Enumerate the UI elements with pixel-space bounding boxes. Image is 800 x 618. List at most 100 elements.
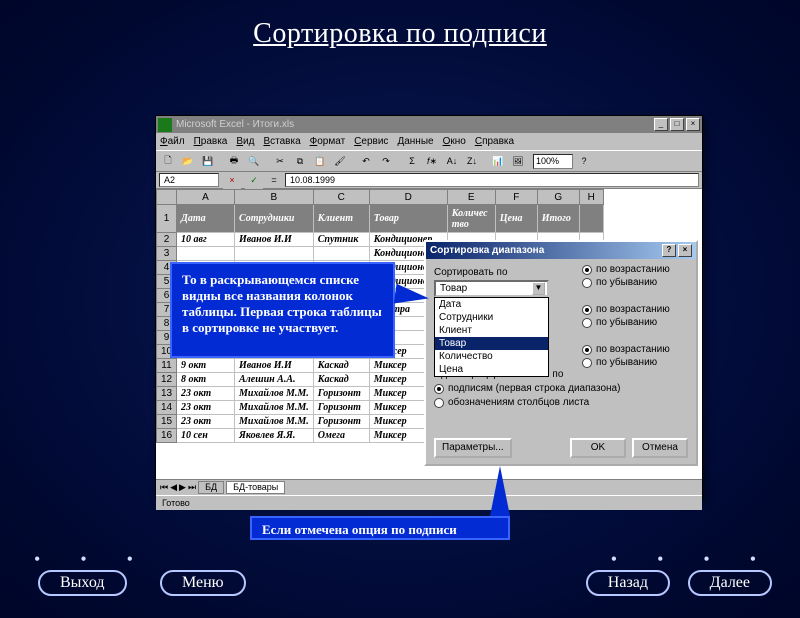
- menu-item[interactable]: Окно: [443, 136, 466, 147]
- radio-desc-2[interactable]: [582, 318, 592, 328]
- ok-button[interactable]: OK: [570, 438, 626, 458]
- dialog-help-icon[interactable]: ?×: [662, 244, 692, 257]
- tab-nav-first-icon[interactable]: ⏮: [160, 482, 168, 493]
- undo-icon[interactable]: ↶: [357, 153, 375, 170]
- table-cell[interactable]: 9 окт: [177, 359, 235, 373]
- table-cell[interactable]: 10 сен: [177, 429, 235, 443]
- table-cell[interactable]: Горизонт: [313, 401, 369, 415]
- table-cell[interactable]: 23 окт: [177, 401, 235, 415]
- row-header[interactable]: 16: [157, 429, 177, 443]
- sheet-tabs[interactable]: ⏮ ◀ ▶ ⏭ БД БД-товары: [156, 479, 702, 495]
- table-cell[interactable]: Каскад: [313, 373, 369, 387]
- name-box[interactable]: A2: [159, 173, 219, 187]
- dropdown-option[interactable]: Клиент: [435, 324, 548, 337]
- tab-nav-last-icon[interactable]: ⏭: [188, 482, 196, 493]
- column-header[interactable]: G: [537, 190, 579, 205]
- table-cell[interactable]: 23 окт: [177, 415, 235, 429]
- formula-bar[interactable]: 10.08.1999: [285, 173, 699, 187]
- print-icon[interactable]: 🖶: [225, 153, 243, 170]
- menubar[interactable]: ФайлПравкаВидВставкаФорматСервисДанныеОк…: [156, 133, 702, 150]
- sheet-tab[interactable]: БД: [198, 481, 224, 494]
- drawing-icon[interactable]: 🖼: [509, 153, 527, 170]
- paste-icon[interactable]: 📋: [311, 153, 329, 170]
- dropdown-option[interactable]: Цена: [435, 363, 548, 376]
- table-cell[interactable]: [313, 247, 369, 261]
- row-header[interactable]: 1: [157, 205, 177, 233]
- minimize-button[interactable]: _: [654, 118, 668, 131]
- radio-asc-3[interactable]: [582, 345, 592, 355]
- table-cell[interactable]: Яковлев Я.Я.: [235, 429, 314, 443]
- radio-desc-3[interactable]: [582, 358, 592, 368]
- sheet-tab-active[interactable]: БД-товары: [226, 481, 285, 494]
- new-icon[interactable]: 🗋: [159, 153, 177, 170]
- menu-button[interactable]: Меню: [160, 570, 246, 596]
- chevron-down-icon[interactable]: ▼: [532, 282, 545, 295]
- table-cell[interactable]: Горизонт: [313, 387, 369, 401]
- table-cell[interactable]: Алешин А.А.: [235, 373, 314, 387]
- save-icon[interactable]: 💾: [199, 153, 217, 170]
- dropdown-option[interactable]: Сотрудники: [435, 311, 548, 324]
- cancel-entry-icon[interactable]: ×: [223, 172, 241, 189]
- autosum-icon[interactable]: Σ: [403, 153, 421, 170]
- menu-item[interactable]: Вставка: [263, 136, 300, 147]
- redo-icon[interactable]: ↷: [377, 153, 395, 170]
- function-icon[interactable]: f∗: [423, 153, 441, 170]
- table-header-cell[interactable]: Итого: [537, 205, 579, 233]
- column-header[interactable]: H: [579, 190, 603, 205]
- row-header[interactable]: 3: [157, 247, 177, 261]
- table-header-cell[interactable]: Цена: [495, 205, 537, 233]
- column-header[interactable]: B: [235, 190, 314, 205]
- help-icon[interactable]: ?: [575, 153, 593, 170]
- column-header[interactable]: E: [447, 190, 495, 205]
- radio-identify-labels[interactable]: [434, 384, 444, 394]
- row-header[interactable]: 12: [157, 373, 177, 387]
- column-header[interactable]: C: [313, 190, 369, 205]
- row-header[interactable]: 11: [157, 359, 177, 373]
- table-cell[interactable]: Михайлов М.М.: [235, 387, 314, 401]
- table-cell[interactable]: Каскад: [313, 359, 369, 373]
- column-header[interactable]: A: [177, 190, 235, 205]
- chart-icon[interactable]: 📊: [489, 153, 507, 170]
- menu-item[interactable]: Справка: [475, 136, 514, 147]
- menu-item[interactable]: Вид: [236, 136, 254, 147]
- close-button[interactable]: ×: [686, 118, 700, 131]
- tab-nav-next-icon[interactable]: ▶: [179, 482, 186, 493]
- menu-item[interactable]: Данные: [397, 136, 433, 147]
- format-painter-icon[interactable]: 🖌: [331, 153, 349, 170]
- maximize-button[interactable]: □: [670, 118, 684, 131]
- next-button[interactable]: Далее: [688, 570, 772, 596]
- cut-icon[interactable]: ✂: [271, 153, 289, 170]
- row-header[interactable]: 14: [157, 401, 177, 415]
- sort-by-combo[interactable]: Товар ▼: [434, 280, 549, 297]
- preview-icon[interactable]: 🔍: [245, 153, 263, 170]
- confirm-entry-icon[interactable]: ✓: [245, 172, 263, 189]
- back-button[interactable]: Назад: [586, 570, 670, 596]
- dropdown-option[interactable]: Дата: [435, 298, 548, 311]
- radio-identify-columns[interactable]: [434, 398, 444, 408]
- radio-desc-1[interactable]: [582, 278, 592, 288]
- cancel-button[interactable]: Отмена: [632, 438, 688, 458]
- menu-item[interactable]: Правка: [194, 136, 228, 147]
- table-cell[interactable]: Спутник: [313, 233, 369, 247]
- table-header-cell[interactable]: Сотрудники: [235, 205, 314, 233]
- toolbar-standard[interactable]: 🗋 📂 💾 🖶 🔍 ✂ ⧉ 📋 🖌 ↶ ↷ Σ f∗ A↓ Z↓ 📊 🖼 100…: [156, 150, 702, 172]
- table-header-cell[interactable]: Клиент: [313, 205, 369, 233]
- table-cell[interactable]: Михайлов М.М.: [235, 415, 314, 429]
- params-button[interactable]: Параметры...: [434, 438, 512, 458]
- menu-item[interactable]: Файл: [160, 136, 185, 147]
- row-header[interactable]: 2: [157, 233, 177, 247]
- table-cell[interactable]: Омега: [313, 429, 369, 443]
- table-cell[interactable]: Иванов И.И: [235, 233, 314, 247]
- table-header-cell[interactable]: Дата: [177, 205, 235, 233]
- table-cell[interactable]: 23 окт: [177, 387, 235, 401]
- radio-asc-1[interactable]: [582, 265, 592, 275]
- sort-by-dropdown[interactable]: ДатаСотрудникиКлиентТоварКоличествоЦена: [434, 297, 549, 377]
- table-cell[interactable]: 10 авг: [177, 233, 235, 247]
- copy-icon[interactable]: ⧉: [291, 153, 309, 170]
- tab-nav-prev-icon[interactable]: ◀: [170, 482, 177, 493]
- open-icon[interactable]: 📂: [179, 153, 197, 170]
- sort-asc-icon[interactable]: A↓: [443, 153, 461, 170]
- table-cell[interactable]: [177, 247, 235, 261]
- radio-asc-2[interactable]: [582, 305, 592, 315]
- table-cell[interactable]: Михайлов М.М.: [235, 401, 314, 415]
